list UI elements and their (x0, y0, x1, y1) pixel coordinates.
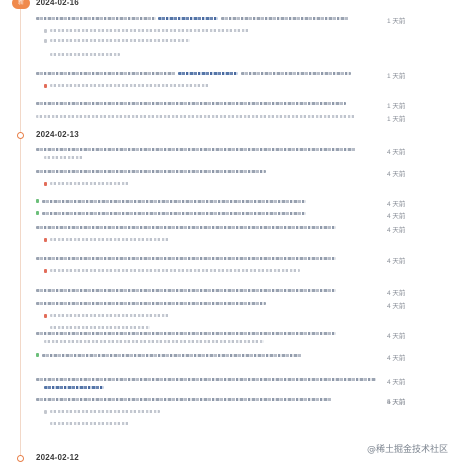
date-heading: 2024-02-16 (36, 0, 79, 7)
date-heading: 2024-02-13 (36, 130, 79, 139)
entry-time: 1 天前 (387, 103, 406, 110)
entry-time: 1 天前 (387, 116, 406, 123)
entry-time: 4 天前 (387, 213, 406, 220)
new-badge-icon: 新 (12, 0, 30, 9)
entry-time: 4 天前 (387, 290, 406, 297)
entry-time: 4 天前 (387, 333, 406, 340)
watermark: @稀土掘金技术社区 (366, 445, 448, 455)
entry-time: 4 天前 (387, 201, 406, 208)
entry-time: 4 天前 (387, 303, 406, 310)
entry-time: 5 天前 (387, 399, 406, 406)
entry-time: 1 天前 (387, 73, 406, 80)
commit-timeline: 新 2024-02-16 1 天前 1 天前 1 天前 1 天前 2024-02… (0, 0, 460, 462)
timeline-dot-icon (17, 132, 24, 139)
timeline-line (20, 0, 21, 460)
entry-time: 4 天前 (387, 258, 406, 265)
entry-time: 1 天前 (387, 18, 406, 25)
entry-time: 4 天前 (387, 227, 406, 234)
timeline-dot-icon (17, 455, 24, 462)
date-heading: 2024-02-12 (36, 453, 79, 462)
entry-time: 4 天前 (387, 355, 406, 362)
entry-time: 4 天前 (387, 149, 406, 156)
entry-time: 4 天前 (387, 171, 406, 178)
entry-time: 4 天前 (387, 379, 406, 386)
